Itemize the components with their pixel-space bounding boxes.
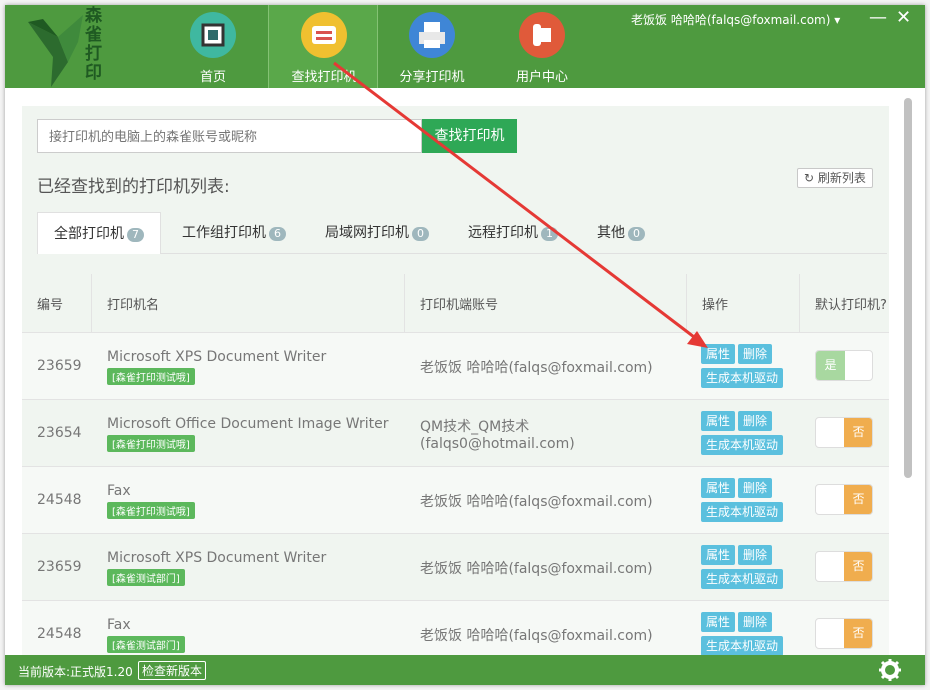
app-window: 森雀打印 首页 查找打印机 分享打印机 用户中心 老饭饭 哈哈哈(falqs@f… <box>5 5 925 685</box>
annotation-arrow <box>333 61 708 348</box>
